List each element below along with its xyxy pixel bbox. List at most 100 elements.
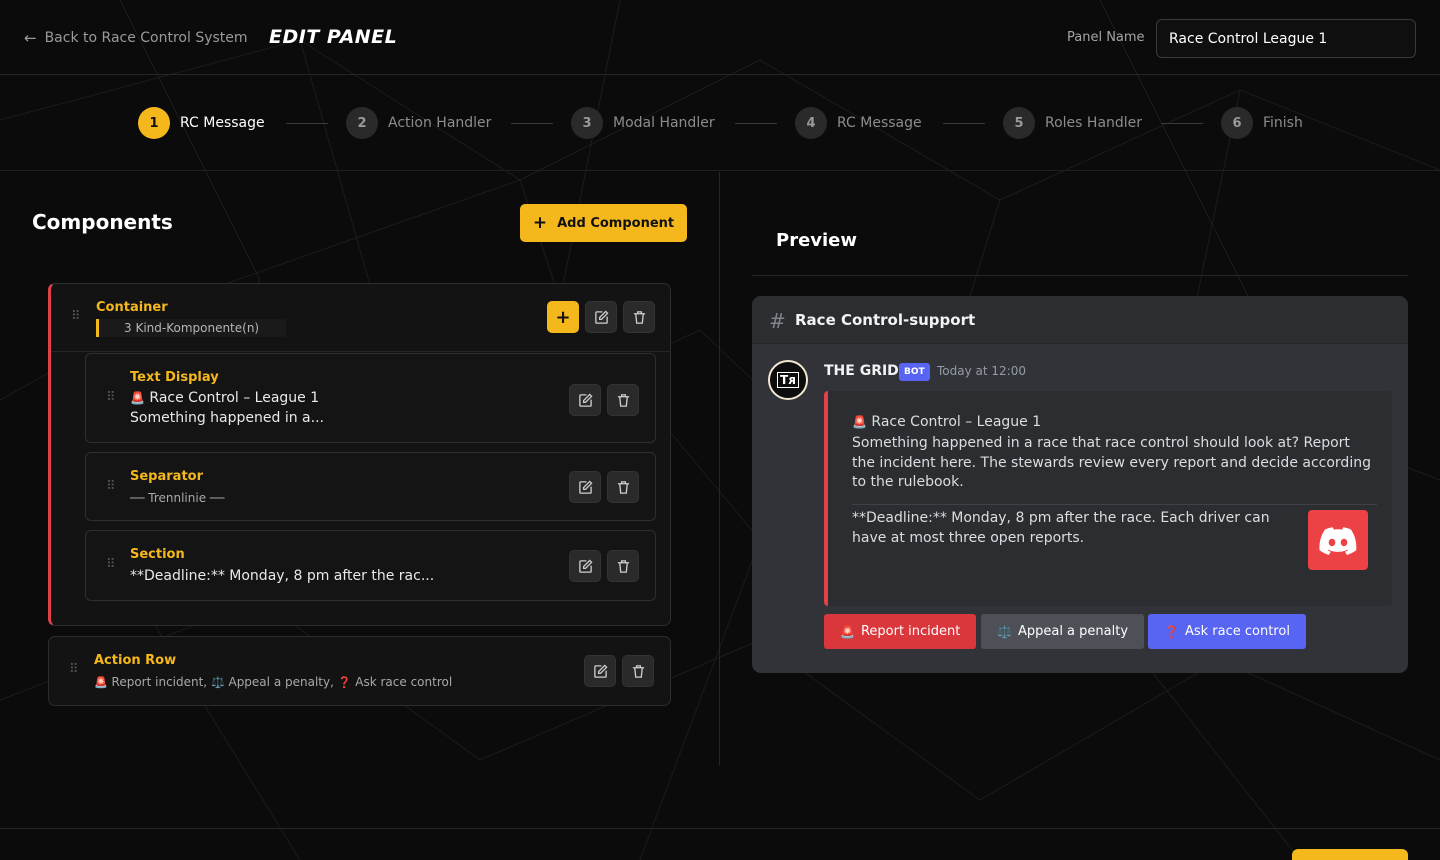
step-connector (286, 123, 328, 124)
separator-preview: ── Trennlinie ── (130, 491, 225, 505)
delete-button[interactable] (607, 384, 639, 416)
delete-button[interactable] (622, 655, 654, 687)
question-icon: ❓ (337, 676, 352, 689)
hashtag-icon: # (769, 309, 786, 333)
embed-deadline: **Deadline:** Monday, 8 pm after the rac… (852, 510, 1270, 546)
action-item-label: Appeal a penalty, (228, 675, 334, 689)
step-connector (943, 123, 985, 124)
edit-button[interactable] (569, 550, 601, 582)
trash-icon (617, 393, 629, 407)
message-timestamp: Today at 12:00 (937, 364, 1026, 378)
back-link-label: Back to Race Control System (44, 30, 248, 46)
step-number: 1 (138, 107, 170, 139)
step-label: Finish (1263, 115, 1303, 131)
section-component[interactable]: ⠿ Section **Deadline:** Monday, 8 pm aft… (85, 530, 656, 601)
step-label: Modal Handler (613, 115, 715, 131)
step-4[interactable]: 4 RC Message (795, 107, 922, 139)
siren-icon: 🚨 (130, 391, 145, 405)
add-component-button[interactable]: + Add Component (520, 204, 687, 242)
components-title: Components (32, 210, 173, 234)
edit-button[interactable] (569, 471, 601, 503)
button-label: Report incident (860, 624, 961, 639)
step-label: Roles Handler (1045, 115, 1143, 131)
trash-icon (632, 664, 644, 678)
preview-divider (752, 275, 1408, 276)
component-type: Text Display (130, 370, 219, 385)
trash-icon (617, 559, 629, 573)
scales-icon: ⚖️ (210, 676, 225, 689)
siren-icon: 🚨 (94, 676, 108, 689)
column-divider (719, 172, 720, 766)
siren-icon: 🚨 (840, 624, 855, 639)
scales-icon: ⚖️ (997, 624, 1012, 639)
separator-component[interactable]: ⠿ Separator ── Trennlinie ── (85, 452, 656, 521)
next-button[interactable] (1292, 849, 1408, 860)
plus-icon: + (532, 213, 548, 233)
text-display-component[interactable]: ⠿ Text Display 🚨 Race Control – League 1… (85, 353, 656, 443)
edit-icon (594, 309, 609, 324)
bot-badge: BOT (899, 363, 930, 381)
step-connector (735, 123, 777, 124)
edit-icon (593, 663, 608, 678)
component-type: Section (130, 547, 185, 562)
step-number: 5 (1003, 107, 1035, 139)
edit-button[interactable] (584, 655, 616, 687)
add-component-label: Add Component (557, 215, 675, 231)
drag-handle-icon[interactable]: ⠿ (106, 391, 115, 404)
avatar-logo: Tᴙ (777, 372, 799, 388)
container-component[interactable]: ⠿ Container 3 Kind-Komponente(n) + ⠿ Tex… (48, 283, 671, 626)
message-author: THE GRID (824, 363, 899, 379)
component-type: Separator (130, 469, 203, 484)
delete-button[interactable] (623, 301, 655, 333)
arrow-left-icon: ← (24, 29, 37, 47)
footer-divider (0, 828, 1440, 829)
step-5[interactable]: 5 Roles Handler (1003, 107, 1142, 139)
drag-handle-icon[interactable]: ⠿ (106, 558, 115, 571)
delete-button[interactable] (607, 550, 639, 582)
step-number: 2 (346, 107, 378, 139)
back-link[interactable]: ← Back to Race Control System (24, 29, 248, 47)
message-embed: 🚨 Race Control – League 1 Something happ… (824, 391, 1392, 606)
container-header: ⠿ Container 3 Kind-Komponente(n) + (51, 284, 670, 352)
appeal-penalty-button[interactable]: ⚖️ Appeal a penalty (981, 614, 1145, 649)
avatar: Tᴙ (768, 360, 808, 400)
discord-glyph (1319, 526, 1357, 555)
trash-icon (633, 310, 645, 324)
ask-race-control-button[interactable]: ❓ Ask race control (1148, 614, 1306, 649)
step-label: Action Handler (388, 115, 492, 131)
component-type: Action Row (94, 653, 177, 668)
step-6[interactable]: 6 Finish (1221, 107, 1303, 139)
drag-handle-icon[interactable]: ⠿ (106, 480, 115, 493)
edit-button[interactable] (585, 301, 617, 333)
add-child-button[interactable]: + (547, 301, 579, 333)
drag-handle-icon[interactable]: ⠿ (71, 310, 80, 323)
drag-handle-icon[interactable]: ⠿ (69, 663, 78, 676)
step-number: 6 (1221, 107, 1253, 139)
embed-title: 🚨 Race Control – League 1 (852, 414, 1041, 430)
preview-title: Preview (776, 230, 858, 251)
siren-icon: 🚨 (852, 415, 867, 429)
step-number: 4 (795, 107, 827, 139)
component-type: Container (96, 300, 168, 315)
report-incident-button[interactable]: 🚨 Report incident (824, 614, 977, 649)
step-label: RC Message (837, 115, 922, 131)
trash-icon (617, 480, 629, 494)
panel-name-label: Panel Name (1067, 30, 1145, 45)
action-row-component[interactable]: ⠿ Action Row 🚨 Report incident, ⚖️ Appea… (48, 636, 671, 706)
button-label: Appeal a penalty (1017, 624, 1129, 639)
panel-name-input[interactable] (1156, 19, 1416, 58)
child-count-badge: 3 Kind-Komponente(n) (96, 319, 286, 337)
action-item-label: Report incident, (111, 675, 208, 689)
embed-separator (852, 504, 1377, 505)
edit-button[interactable] (569, 384, 601, 416)
text-display-title: 🚨 Race Control – League 1 (130, 390, 319, 406)
step-number: 3 (571, 107, 603, 139)
step-3[interactable]: 3 Modal Handler (571, 107, 715, 139)
step-connector (1161, 123, 1203, 124)
action-row-summary: 🚨 Report incident, ⚖️ Appeal a penalty, … (94, 675, 452, 689)
embed-body: Something happened in a race that race c… (852, 435, 1371, 490)
step-2[interactable]: 2 Action Handler (346, 107, 491, 139)
action-item-label: Ask race control (355, 675, 453, 689)
delete-button[interactable] (607, 471, 639, 503)
step-1[interactable]: 1 RC Message (138, 107, 265, 139)
